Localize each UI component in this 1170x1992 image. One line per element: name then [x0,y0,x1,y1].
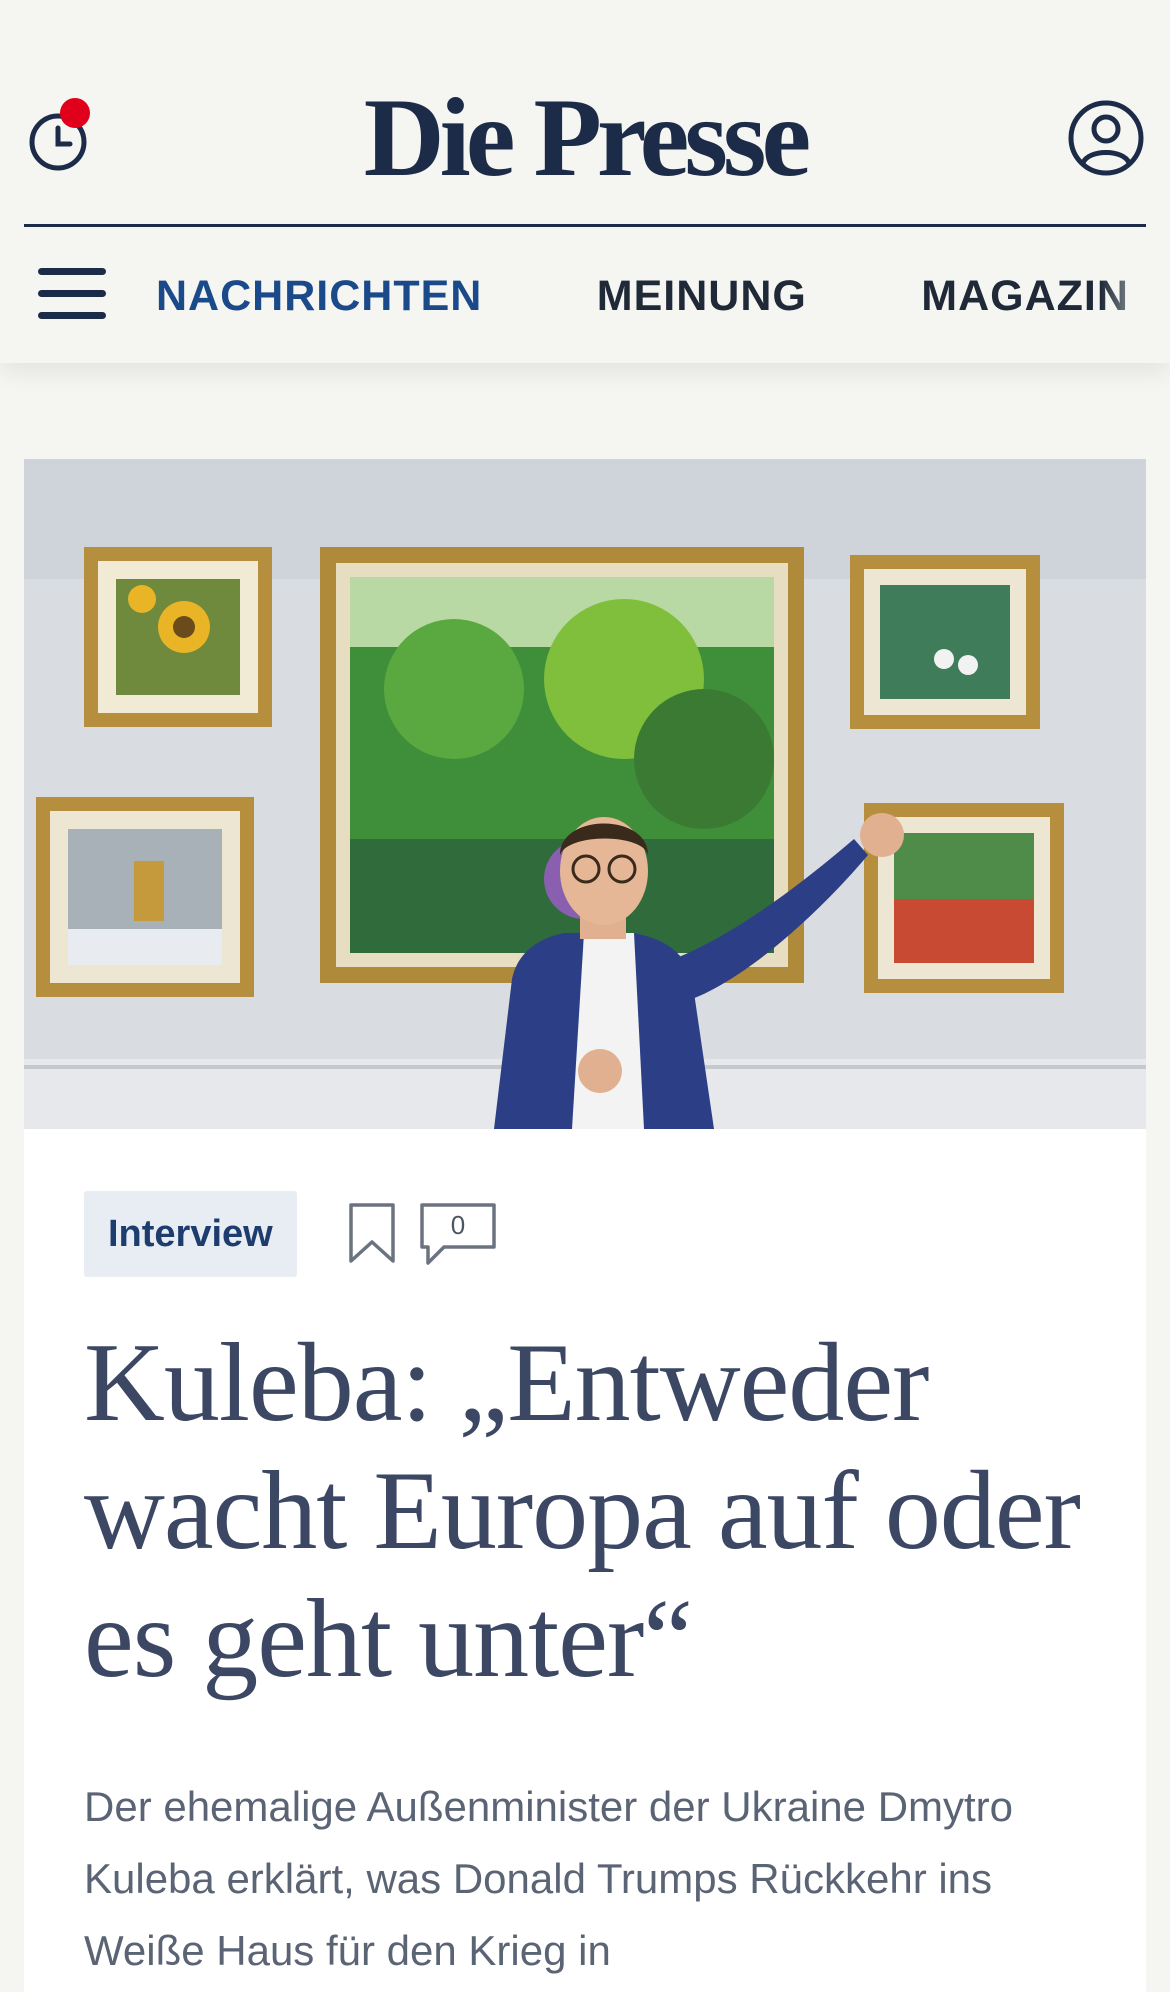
nav-item-meinung[interactable]: MEINUNG [597,266,807,326]
user-account-icon [1068,100,1144,176]
comments-button[interactable]: 0 [418,1201,498,1267]
article-hero-image[interactable] [24,459,1146,1129]
comment-count: 0 [450,1210,466,1240]
account-button[interactable] [1066,98,1146,178]
bookmark-button[interactable] [346,1201,398,1267]
site-header: Die Presse NACHRICHTEN MEINUNG MAGAZIN [0,0,1170,363]
bookmark-icon [349,1203,395,1263]
category-tag[interactable]: Interview [84,1191,297,1277]
article-headline[interactable]: Kuleba: „Entweder wacht Europa auf oder … [84,1319,1094,1703]
hamburger-menu-icon[interactable] [38,268,106,324]
header-divider [24,224,1146,227]
site-logo[interactable]: Die Presse [0,78,1170,198]
nav-item-nachrichten[interactable]: NACHRICHTEN [156,266,482,326]
article-lead: Der ehemalige Außenminister der Ukraine … [84,1783,1014,1974]
nav-fade-overlay [1100,266,1170,326]
section-nav: NACHRICHTEN MEINUNG MAGAZIN [156,266,1170,326]
nav-item-magazin[interactable]: MAGAZIN [921,266,1129,326]
article-card: Interview 0 Kuleba: „Entweder wacht Euro… [24,459,1146,1992]
